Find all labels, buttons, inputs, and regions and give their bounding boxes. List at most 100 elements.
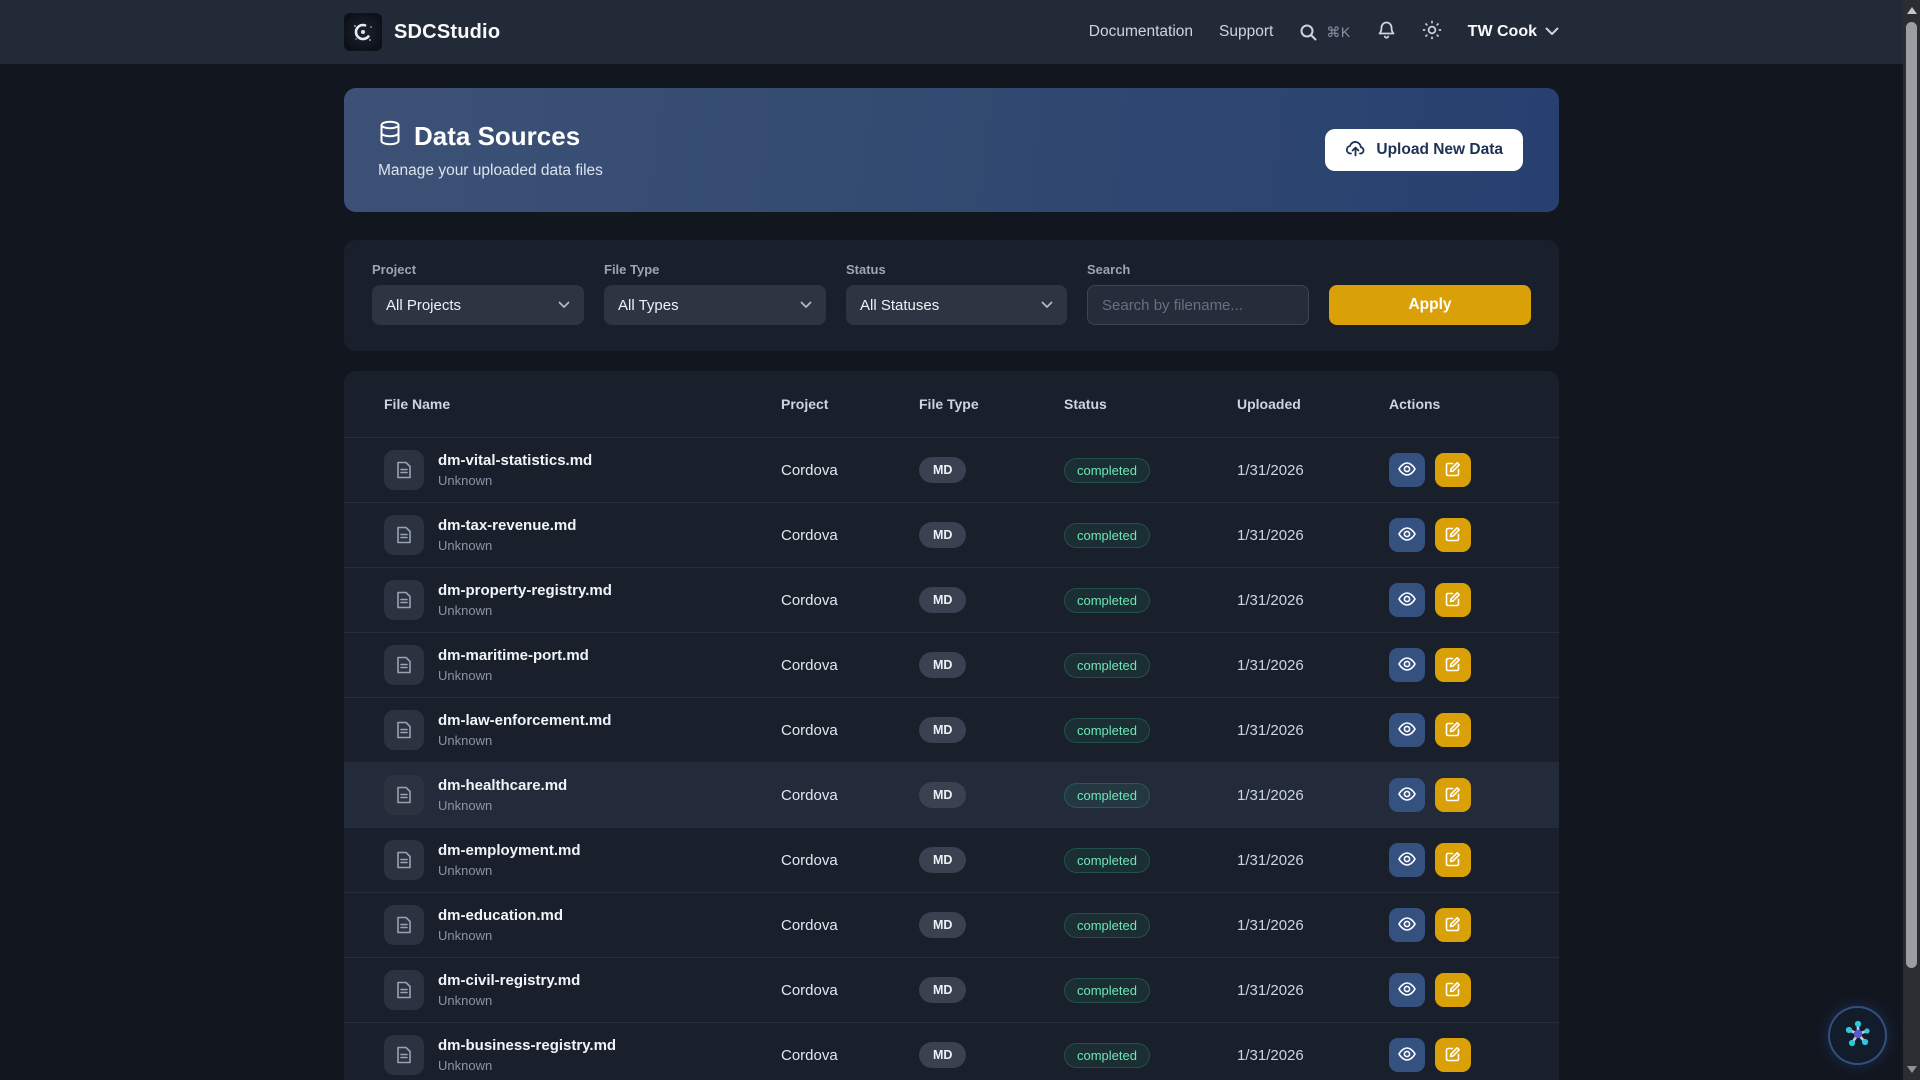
status-badge: completed [1064,653,1150,678]
file-name: dm-tax-revenue.md [438,517,576,534]
app-logo-icon [344,13,382,51]
table-row[interactable]: dm-employment.md Unknown Cordova MD comp… [344,827,1559,892]
table-body: dm-vital-statistics.md Unknown Cordova M… [344,437,1559,1080]
status-cell: completed [1064,718,1237,743]
uploaded-cell: 1/31/2026 [1237,722,1389,739]
file-icon [384,775,424,815]
table-row[interactable]: dm-healthcare.md Unknown Cordova MD comp… [344,762,1559,827]
table-row[interactable]: dm-law-enforcement.md Unknown Cordova MD… [344,697,1559,762]
filter-search: Search [1087,262,1309,325]
column-header-file-name: File Name [384,396,781,412]
file-icon [384,450,424,490]
view-button[interactable] [1389,843,1425,877]
file-type-cell: MD [919,847,1064,873]
search-button[interactable]: ⌘K [1299,23,1350,42]
project-cell: Cordova [781,852,919,869]
page-scrollbar[interactable] [1903,0,1920,1080]
table-row[interactable]: dm-business-registry.md Unknown Cordova … [344,1022,1559,1080]
nav-link-documentation[interactable]: Documentation [1089,23,1193,41]
search-input[interactable] [1087,285,1309,325]
file-cell: dm-maritime-port.md Unknown [384,645,781,685]
filter-file-type-label: File Type [604,262,826,277]
file-cell: dm-healthcare.md Unknown [384,775,781,815]
file-name: dm-employment.md [438,842,581,859]
file-type-badge: MD [919,457,966,483]
edit-button[interactable] [1435,843,1471,877]
status-cell: completed [1064,653,1237,678]
status-cell: completed [1064,588,1237,613]
data-table-card: File Name Project File Type Status Uploa… [344,371,1559,1080]
brand-name: SDCStudio [394,21,500,44]
file-type-cell: MD [919,457,1064,483]
file-type-badge: MD [919,652,966,678]
scrollbar-up-arrow[interactable] [1907,7,1917,14]
edit-button[interactable] [1435,973,1471,1007]
notifications-button[interactable] [1377,20,1396,45]
file-cell: dm-vital-statistics.md Unknown [384,450,781,490]
uploaded-cell: 1/31/2026 [1237,787,1389,804]
view-button[interactable] [1389,908,1425,942]
file-name: dm-property-registry.md [438,582,612,599]
table-row[interactable]: dm-civil-registry.md Unknown Cordova MD … [344,957,1559,1022]
actions-cell [1389,583,1535,617]
view-button[interactable] [1389,778,1425,812]
project-cell: Cordova [781,917,919,934]
uploaded-cell: 1/31/2026 [1237,592,1389,609]
project-select[interactable]: All Projects [372,285,584,325]
file-cell: dm-business-registry.md Unknown [384,1035,781,1075]
edit-icon [1445,786,1461,805]
view-button[interactable] [1389,453,1425,487]
file-meta: Unknown [438,863,581,878]
status-badge: completed [1064,523,1150,548]
edit-button[interactable] [1435,908,1471,942]
edit-button[interactable] [1435,648,1471,682]
theme-toggle-button[interactable] [1422,20,1442,45]
assistant-fab-button[interactable] [1828,1006,1887,1065]
file-cell: dm-education.md Unknown [384,905,781,945]
view-button[interactable] [1389,1038,1425,1072]
upload-new-data-button[interactable]: Upload New Data [1325,129,1523,171]
view-button[interactable] [1389,583,1425,617]
file-meta: Unknown [438,1058,616,1073]
table-row[interactable]: dm-vital-statistics.md Unknown Cordova M… [344,437,1559,502]
table-row[interactable]: dm-education.md Unknown Cordova MD compl… [344,892,1559,957]
scrollbar-thumb[interactable] [1906,22,1917,968]
file-name: dm-law-enforcement.md [438,712,611,729]
actions-cell [1389,713,1535,747]
file-type-select[interactable]: All Types [604,285,826,325]
file-icon [384,905,424,945]
edit-button[interactable] [1435,778,1471,812]
view-button[interactable] [1389,973,1425,1007]
status-select[interactable]: All Statuses [846,285,1067,325]
table-row[interactable]: dm-property-registry.md Unknown Cordova … [344,567,1559,632]
edit-button[interactable] [1435,1038,1471,1072]
filter-project: Project All Projects [372,262,584,325]
table-row[interactable]: dm-tax-revenue.md Unknown Cordova MD com… [344,502,1559,567]
file-type-cell: MD [919,912,1064,938]
edit-icon [1445,721,1461,740]
page-header-banner: Data Sources Manage your uploaded data f… [344,88,1559,212]
edit-button[interactable] [1435,713,1471,747]
chevron-down-icon [558,296,570,314]
edit-button[interactable] [1435,518,1471,552]
view-button[interactable] [1389,648,1425,682]
project-cell: Cordova [781,592,919,609]
table-row[interactable]: dm-maritime-port.md Unknown Cordova MD c… [344,632,1559,697]
nav-link-support[interactable]: Support [1219,23,1273,41]
file-icon [384,1035,424,1075]
brand[interactable]: SDCStudio [344,13,500,51]
file-type-cell: MD [919,522,1064,548]
column-header-actions: Actions [1389,396,1535,412]
edit-button[interactable] [1435,453,1471,487]
apply-filters-button[interactable]: Apply [1329,285,1531,325]
user-menu[interactable]: TW Cook [1468,23,1559,41]
view-button[interactable] [1389,713,1425,747]
view-button[interactable] [1389,518,1425,552]
status-badge: completed [1064,1043,1150,1068]
uploaded-cell: 1/31/2026 [1237,917,1389,934]
top-navbar: SDCStudio Documentation Support ⌘K [0,0,1903,64]
actions-cell [1389,453,1535,487]
edit-button[interactable] [1435,583,1471,617]
project-cell: Cordova [781,982,919,999]
scrollbar-down-arrow[interactable] [1907,1066,1917,1073]
